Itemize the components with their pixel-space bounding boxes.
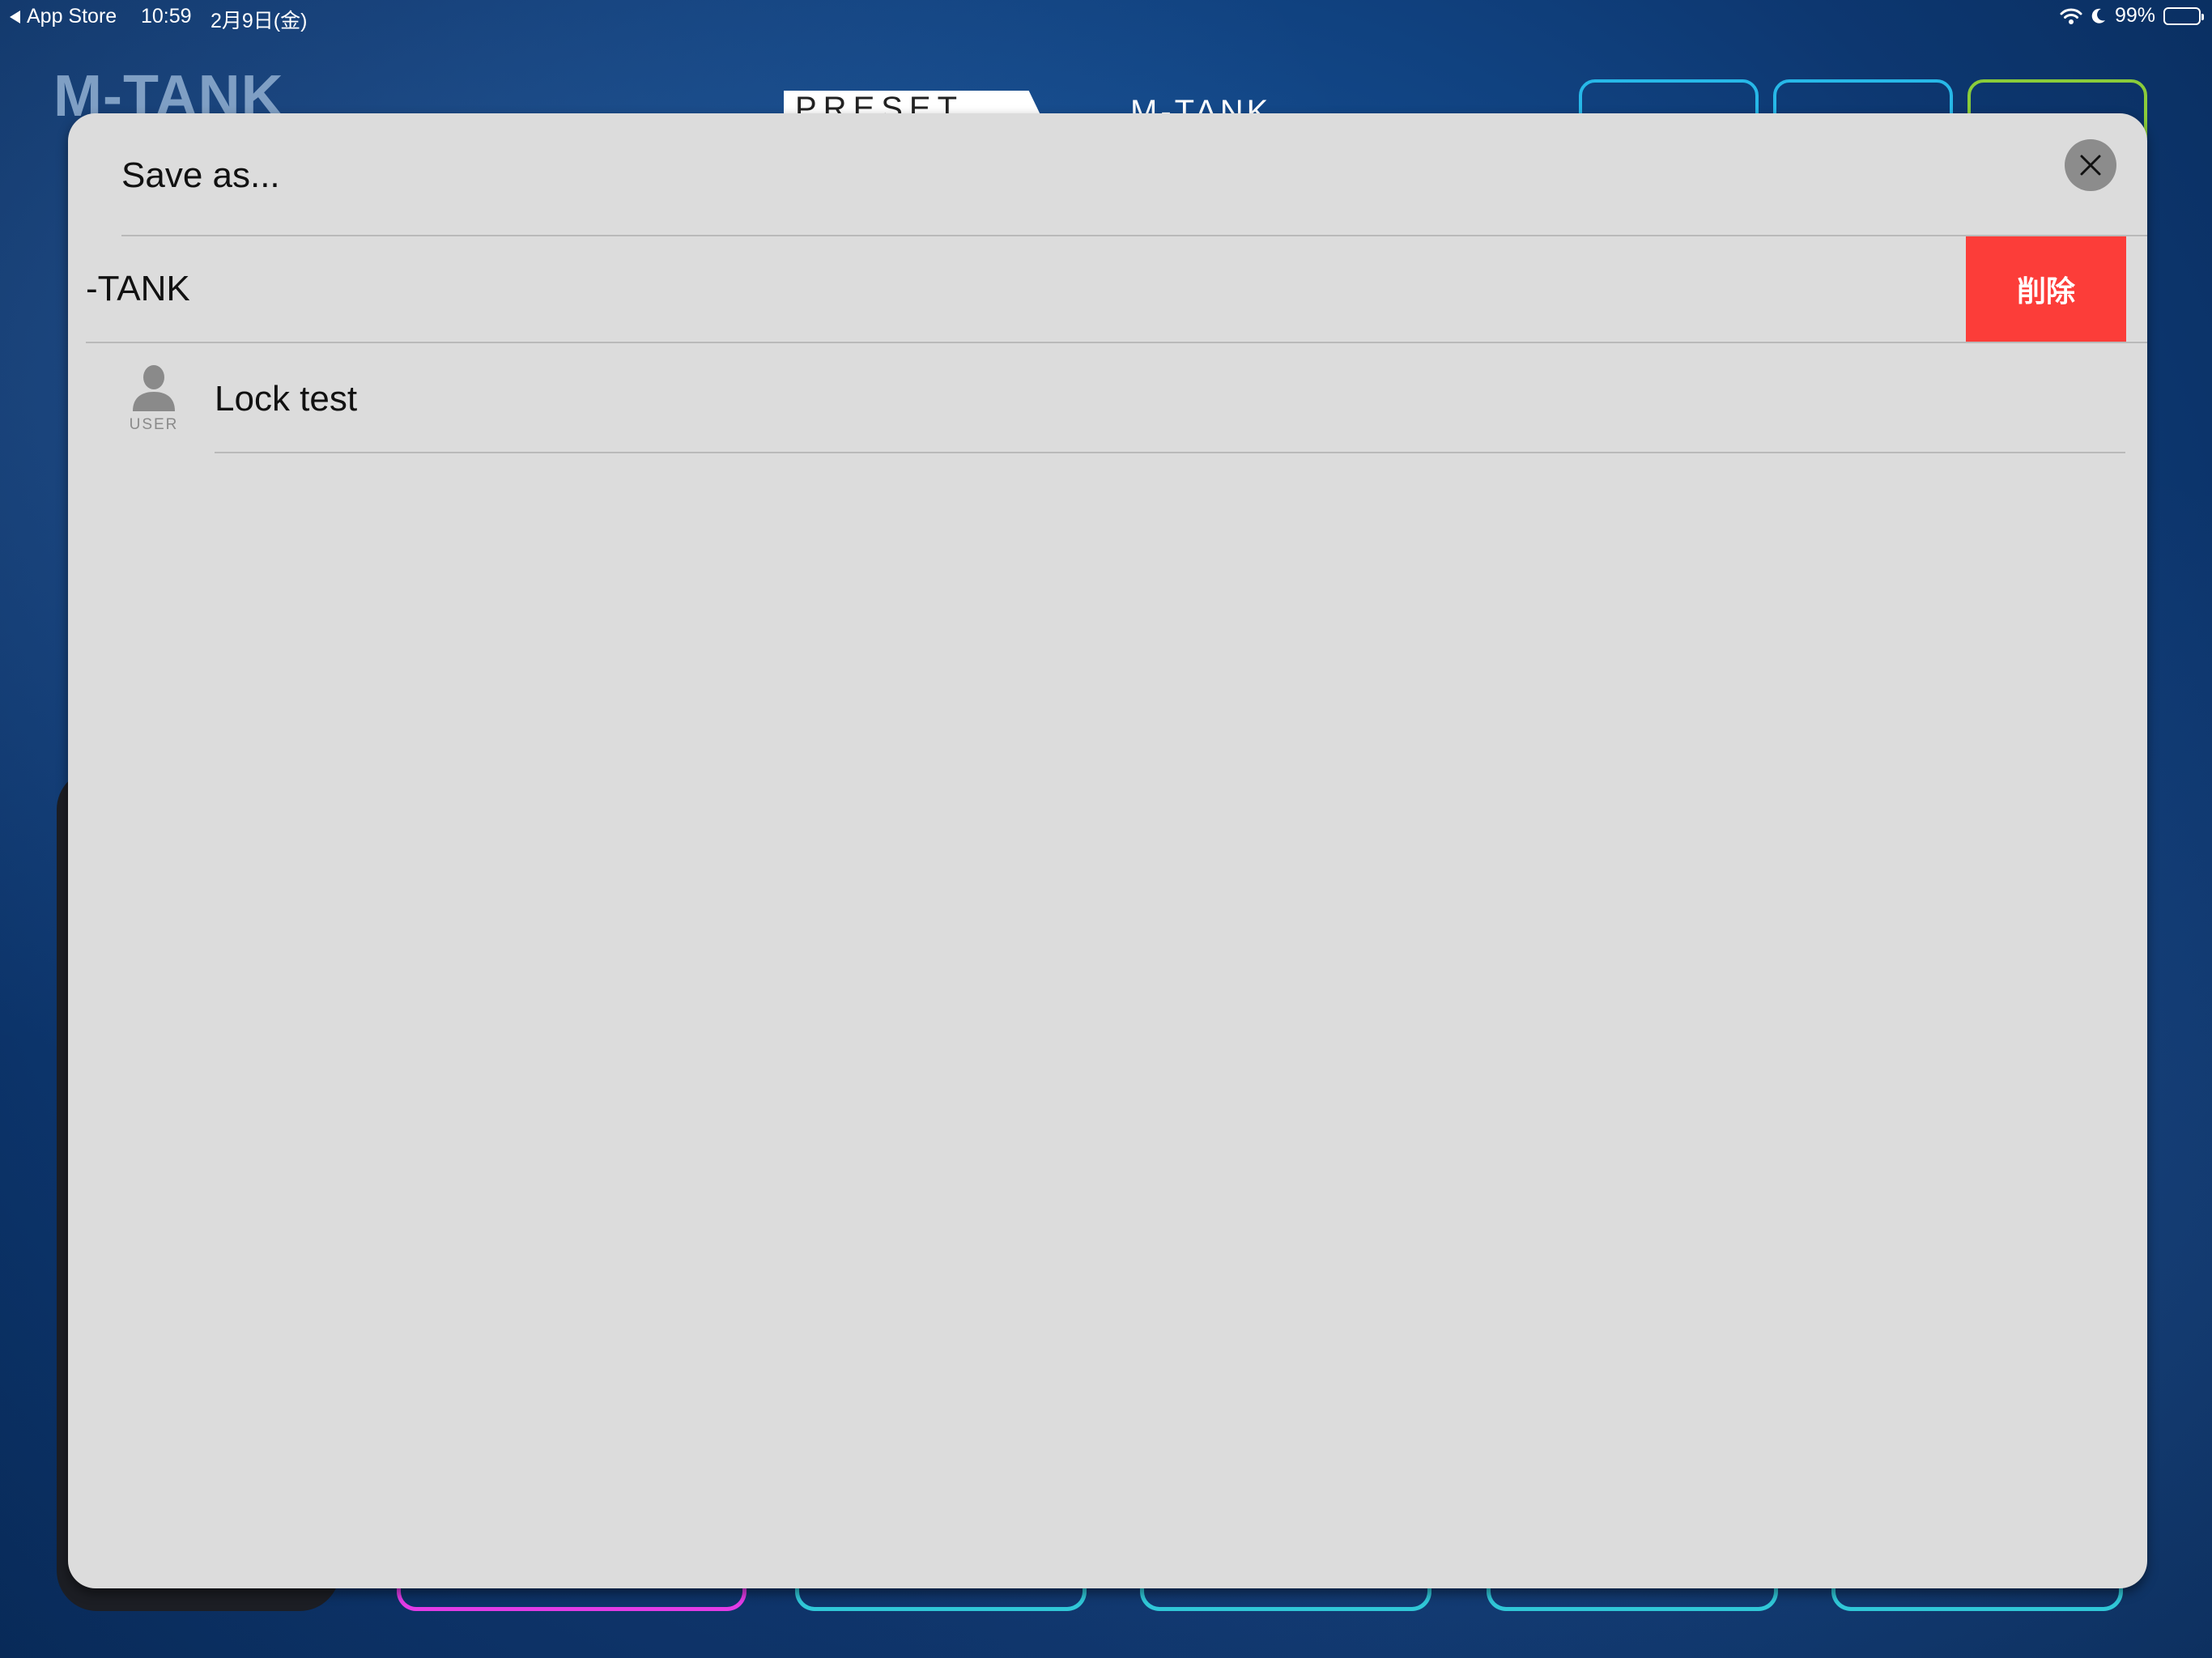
preset-row[interactable]: -TANK 削除 xyxy=(68,236,2147,343)
preset-name: Lock test xyxy=(215,379,358,419)
dialog-title: Save as... xyxy=(121,155,280,195)
status-right: 99% xyxy=(2060,4,2204,28)
battery-percent: 99% xyxy=(2114,4,2155,27)
back-arrow-icon xyxy=(10,10,20,23)
preset-name: -TANK xyxy=(86,269,190,308)
status-time: 10:59 xyxy=(141,5,192,28)
battery-icon xyxy=(2163,6,2204,25)
preset-row[interactable]: USER Lock test xyxy=(68,345,2147,453)
status-date: 2月9日(金) xyxy=(211,10,308,32)
moon-icon xyxy=(2091,7,2107,25)
close-icon xyxy=(2080,155,2101,176)
user-badge: USER xyxy=(129,416,179,433)
divider xyxy=(86,342,2147,343)
status-bar: App Store 10:59 2月9日(金) 99% xyxy=(0,0,2212,32)
delete-button[interactable]: 削除 xyxy=(1966,236,2126,342)
close-button[interactable] xyxy=(2065,139,2116,191)
save-as-dialog: Save as... -TANK 削除 USER Lock test xyxy=(68,113,2147,1588)
back-to-app-store[interactable]: App Store xyxy=(10,5,117,28)
back-label: App Store xyxy=(27,5,117,28)
divider xyxy=(215,452,2125,453)
user-icon: USER xyxy=(125,361,183,434)
wifi-icon xyxy=(2060,7,2082,25)
